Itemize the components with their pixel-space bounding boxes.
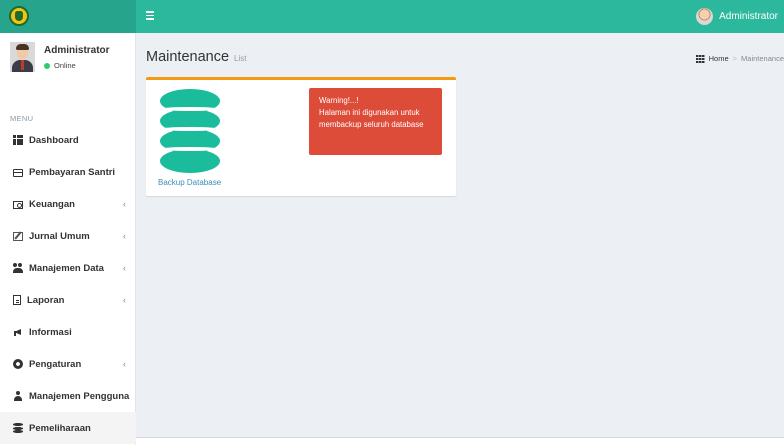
user-photo — [10, 42, 35, 72]
sidebar-item-manajemen-data[interactable]: Manajemen Data ‹ — [0, 252, 136, 284]
sidebar-item-laporan[interactable]: Laporan ‹ — [0, 284, 136, 316]
warning-title: Warning!...! — [319, 96, 359, 105]
maintenance-box: Backup Database Warning!...! Halaman ini… — [146, 77, 456, 196]
chevron-left-icon: ‹ — [123, 199, 126, 209]
sidebar-item-jurnal-umum[interactable]: Jurnal Umum ‹ — [0, 220, 136, 252]
logo-area[interactable] — [0, 0, 136, 33]
sidebar-item-pengaturan[interactable]: Pengaturan ‹ — [0, 348, 136, 380]
chevron-left-icon: ‹ — [123, 231, 126, 241]
credit-card-icon — [13, 168, 23, 177]
sidebar-item-dashboard[interactable]: Dashboard — [0, 124, 136, 156]
sidebar-item-label: Pengaturan — [29, 358, 82, 370]
th-grid-icon — [13, 135, 23, 145]
database-icon — [13, 423, 23, 433]
users-icon — [13, 263, 23, 273]
warning-text-line: membackup seluruh database — [319, 120, 424, 129]
sidebar-item-pemeliharaan[interactable]: Pemeliharaan — [0, 412, 136, 444]
sidebar-item-manajemen-pengguna[interactable]: Manajemen Pengguna — [0, 380, 136, 412]
sidebar-item-pembayaran-santri[interactable]: Pembayaran Santri — [0, 156, 136, 188]
edit-icon — [13, 231, 23, 241]
gear-icon — [13, 359, 23, 369]
chevron-left-icon: ‹ — [123, 359, 126, 369]
database-icon — [160, 89, 220, 175]
logo-emblem-icon — [9, 6, 29, 26]
sidebar-menu: Dashboard Pembayaran Santri Keuangan ‹ J… — [0, 124, 136, 444]
sidebar-item-label: Laporan — [27, 294, 65, 306]
menu-header: MENU — [10, 114, 34, 123]
sidebar-item-label: Manajemen Pengguna — [29, 390, 130, 402]
sidebar-item-label: Pemeliharaan — [29, 422, 91, 434]
user-menu-name: Administrator — [719, 11, 778, 22]
content-header: Maintenance List — [146, 49, 246, 65]
sidebar-item-label: Keuangan — [29, 198, 75, 210]
file-icon — [13, 295, 21, 305]
breadcrumb-separator: > — [732, 54, 738, 63]
user-status-label: Online — [54, 61, 76, 70]
sidebar-item-informasi[interactable]: Informasi — [0, 316, 136, 348]
user-panel-name: Administrator — [44, 45, 110, 56]
user-panel: Administrator Online — [0, 33, 136, 83]
money-icon — [13, 200, 23, 209]
chevron-left-icon: ‹ — [123, 263, 126, 273]
warning-text-line: Halaman ini digunakan untuk — [319, 108, 420, 117]
backup-database-link[interactable]: Backup Database — [158, 89, 228, 193]
backup-database-label: Backup Database — [158, 178, 222, 187]
bullhorn-icon — [13, 327, 23, 337]
chevron-left-icon: ‹ — [123, 295, 126, 305]
top-navbar: Administrator — [0, 0, 784, 33]
page-title: Maintenance — [146, 49, 230, 65]
user-menu-button[interactable]: Administrator — [696, 0, 784, 33]
th-grid-icon — [695, 54, 705, 63]
sidebar: Administrator Online MENU Dashboard Pemb… — [0, 33, 136, 445]
sidebar-item-label: Dashboard — [29, 134, 79, 146]
warning-callout: Warning!...! Halaman ini digunakan untuk… — [309, 88, 442, 155]
sidebar-toggle-button[interactable] — [146, 9, 158, 23]
breadcrumb-home-link[interactable]: Home — [709, 54, 729, 63]
footer — [136, 437, 784, 445]
sidebar-item-label: Informasi — [29, 326, 72, 338]
page-subtitle: List — [234, 54, 247, 63]
sidebar-item-label: Pembayaran Santri — [29, 166, 116, 178]
online-dot-icon — [44, 62, 50, 69]
avatar — [696, 8, 714, 25]
user-status: Online — [44, 61, 110, 70]
sidebar-item-keuangan[interactable]: Keuangan ‹ — [0, 188, 136, 220]
sidebar-item-label: Jurnal Umum — [29, 230, 90, 242]
sidebar-item-label: Manajemen Data — [29, 262, 104, 274]
breadcrumb-current: Maintenance — [741, 54, 784, 63]
breadcrumb: Home > Maintenance — [695, 54, 784, 63]
user-icon — [13, 391, 23, 401]
